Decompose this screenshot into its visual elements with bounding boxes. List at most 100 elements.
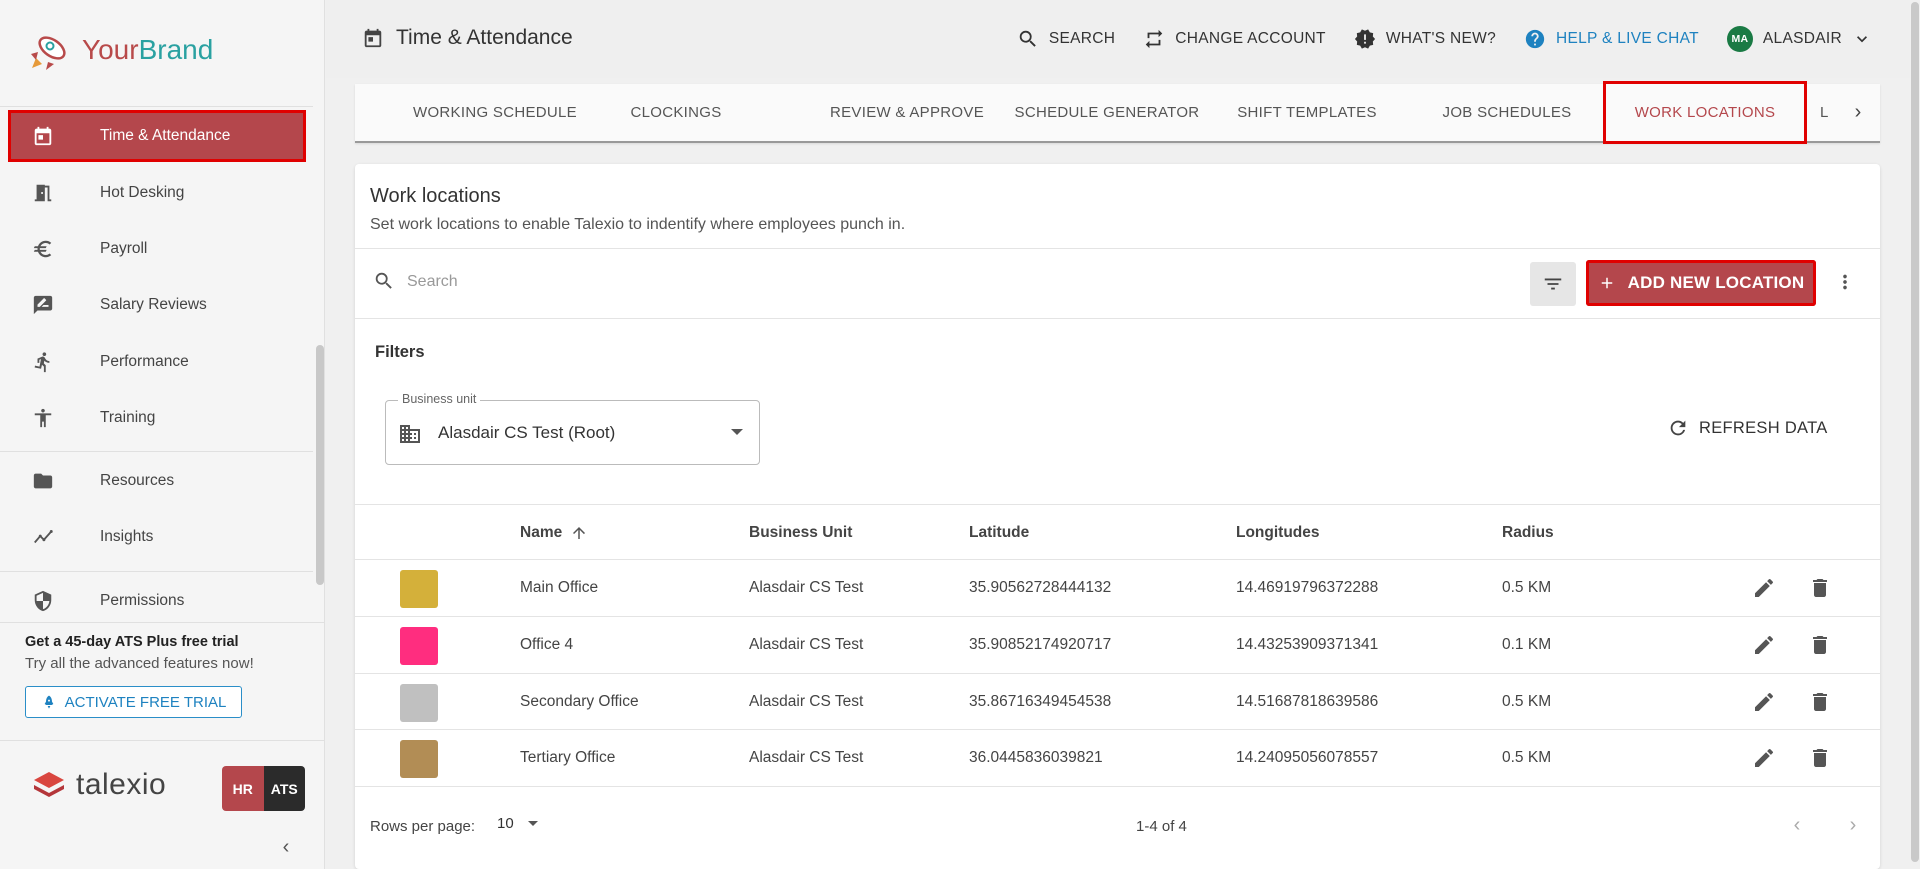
sidebar-item-payroll[interactable]: Payroll bbox=[8, 223, 306, 275]
business-icon bbox=[400, 425, 420, 443]
add-new-location-button[interactable]: ADD NEW LOCATION bbox=[1586, 260, 1816, 306]
avatar: MA bbox=[1726, 26, 1753, 52]
page-title: Time & Attendance bbox=[396, 26, 573, 49]
euro-icon bbox=[30, 236, 56, 262]
more-vert-icon[interactable] bbox=[1833, 270, 1857, 294]
column-header-latitude[interactable]: Latitude bbox=[969, 524, 1029, 542]
promo: Get a 45-day ATS Plus free trial Try all… bbox=[25, 634, 254, 672]
rocket-icon bbox=[31, 36, 66, 70]
divider bbox=[0, 622, 325, 623]
divider bbox=[355, 504, 1880, 505]
talexio-layers-icon bbox=[34, 772, 64, 797]
column-header-business-unit[interactable]: Business Unit bbox=[749, 524, 852, 542]
filter-toggle-button[interactable] bbox=[1530, 262, 1576, 306]
tab-clockings[interactable]: CLOCKINGS bbox=[611, 84, 741, 141]
search-input[interactable] bbox=[407, 268, 1207, 296]
location-color-swatch bbox=[400, 570, 438, 608]
divider bbox=[355, 248, 1880, 249]
page-scrollbar[interactable] bbox=[1910, 0, 1920, 869]
user-menu[interactable]: MA ALASDAIR bbox=[1726, 26, 1872, 52]
dropdown-caret-icon bbox=[527, 821, 538, 826]
tab-work-locations[interactable]: WORK LOCATIONS bbox=[1603, 81, 1807, 144]
column-header-name[interactable]: Name bbox=[520, 524, 588, 542]
brand-logo[interactable]: YourBrand bbox=[28, 28, 213, 72]
table-row[interactable]: Tertiary Office Alasdair CS Test 36.0445… bbox=[355, 729, 1880, 786]
sidebar-item-permissions[interactable]: Permissions bbox=[8, 575, 306, 627]
table-row[interactable]: Office 4 Alasdair CS Test 35.90852174920… bbox=[355, 616, 1880, 673]
dropdown-caret-icon bbox=[731, 429, 743, 435]
search-button[interactable]: SEARCH bbox=[1017, 28, 1115, 50]
help-icon bbox=[1525, 29, 1545, 49]
product-switcher[interactable]: HR ATS bbox=[222, 766, 305, 811]
tab-review-approve[interactable]: REVIEW & APPROVE bbox=[812, 84, 1002, 141]
folder-icon bbox=[30, 468, 56, 494]
header: Time & Attendance SEARCH CHANGE ACCOUNT … bbox=[326, 0, 1920, 78]
whats-new-button[interactable]: WHAT'S NEW? bbox=[1354, 28, 1496, 50]
calendar-icon bbox=[364, 28, 382, 48]
calendar-icon bbox=[30, 123, 56, 149]
previous-page-icon[interactable]: ‹ bbox=[1785, 814, 1809, 838]
filters-label: Filters bbox=[375, 343, 425, 361]
sidebar-item-time-attendance[interactable]: Time & Attendance bbox=[8, 110, 306, 162]
tab-schedule-generator[interactable]: SCHEDULE GENERATOR bbox=[1012, 84, 1202, 141]
running-person-icon bbox=[30, 349, 56, 375]
table-row[interactable]: Main Office Alasdair CS Test 35.90562728… bbox=[355, 559, 1880, 616]
door-icon bbox=[30, 180, 56, 206]
edit-icon[interactable] bbox=[1752, 576, 1776, 600]
refresh-icon bbox=[1670, 420, 1686, 436]
column-header-longitudes[interactable]: Longitudes bbox=[1236, 524, 1320, 542]
hr-badge[interactable]: HR bbox=[222, 766, 264, 811]
edit-icon[interactable] bbox=[1752, 633, 1776, 657]
delete-icon[interactable] bbox=[1808, 746, 1832, 770]
search-icon bbox=[375, 272, 392, 289]
sidebar-item-performance[interactable]: Performance bbox=[8, 336, 306, 388]
promo-subtitle: Try all the advanced features now! bbox=[25, 655, 254, 672]
ats-badge[interactable]: ATS bbox=[263, 766, 305, 811]
divider bbox=[0, 451, 313, 452]
divider bbox=[355, 786, 1880, 787]
rocket-icon bbox=[44, 695, 53, 709]
brand-name: YourBrand bbox=[82, 34, 214, 65]
sidebar-item-hot-desking[interactable]: Hot Desking bbox=[8, 167, 306, 219]
change-account-button[interactable]: CHANGE ACCOUNT bbox=[1143, 28, 1326, 50]
sidebar-item-resources[interactable]: Resources bbox=[8, 455, 306, 507]
rows-per-page-select[interactable]: 10 bbox=[497, 815, 538, 832]
next-page-icon[interactable]: › bbox=[1841, 814, 1865, 838]
tab-working-schedule[interactable]: WORKING SCHEDULE bbox=[410, 84, 580, 141]
user-name: ALASDAIR bbox=[1762, 30, 1842, 47]
location-color-swatch bbox=[400, 627, 438, 665]
table-row[interactable]: Secondary Office Alasdair CS Test 35.867… bbox=[355, 673, 1880, 730]
tab-job-schedules[interactable]: JOB SCHEDULES bbox=[1412, 84, 1602, 141]
activate-free-trial-button[interactable]: ACTIVATE FREE TRIAL bbox=[25, 686, 242, 718]
delete-icon[interactable] bbox=[1808, 576, 1832, 600]
accessibility-icon bbox=[30, 405, 56, 431]
delete-icon[interactable] bbox=[1808, 633, 1832, 657]
sidebar-item-salary-reviews[interactable]: Salary Reviews bbox=[8, 279, 306, 331]
divider bbox=[0, 740, 325, 741]
edit-icon[interactable] bbox=[1752, 690, 1776, 714]
page-heading: Time & Attendance bbox=[362, 26, 573, 50]
sidebar-item-training[interactable]: Training bbox=[8, 392, 306, 444]
tab-shift-templates[interactable]: SHIFT TEMPLATES bbox=[1212, 84, 1402, 141]
chevron-right-icon[interactable]: › bbox=[1846, 101, 1870, 125]
refresh-data-button[interactable]: REFRESH DATA bbox=[1667, 417, 1828, 439]
collapse-sidebar-icon[interactable]: ‹ bbox=[276, 837, 296, 857]
rate-review-icon bbox=[30, 292, 56, 318]
shield-icon bbox=[30, 588, 56, 614]
location-color-swatch bbox=[400, 684, 438, 722]
delete-icon[interactable] bbox=[1808, 690, 1832, 714]
edit-icon[interactable] bbox=[1752, 746, 1776, 770]
help-live-chat-button[interactable]: HELP & LIVE CHAT bbox=[1524, 28, 1699, 50]
tab-partial[interactable]: L bbox=[1820, 84, 1840, 141]
arrow-up-icon bbox=[573, 527, 586, 539]
chevron-down-icon bbox=[1857, 36, 1867, 43]
divider bbox=[355, 318, 1880, 319]
promo-title: Get a 45-day ATS Plus free trial bbox=[25, 634, 239, 650]
column-header-radius[interactable]: Radius bbox=[1502, 524, 1554, 542]
pagination-range: 1-4 of 4 bbox=[1136, 818, 1187, 835]
rows-per-page-label: Rows per page: bbox=[370, 818, 476, 835]
sidebar-scrollbar[interactable] bbox=[316, 345, 324, 585]
business-unit-select[interactable]: Business unit Alasdair CS Test (Root) bbox=[385, 392, 760, 465]
new-releases-icon bbox=[1354, 29, 1375, 49]
sidebar-item-insights[interactable]: Insights bbox=[8, 511, 306, 563]
